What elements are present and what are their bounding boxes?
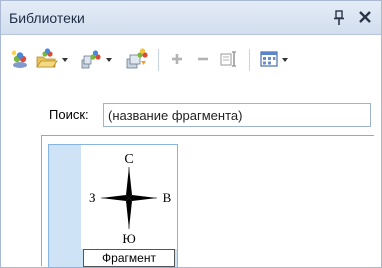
- insert-icon: [219, 49, 239, 72]
- open-library-button[interactable]: [35, 47, 68, 73]
- fragment-caption: Фрагмент: [83, 249, 175, 267]
- close-icon[interactable]: [357, 9, 373, 25]
- toolbar-separator: [158, 49, 159, 71]
- fragment-list: С З В Ю Фрагмент: [41, 135, 374, 268]
- library-groups-button[interactable]: [125, 47, 149, 73]
- panel-titlebar: Библиотеки: [1, 1, 381, 35]
- library-settings-button[interactable]: [79, 48, 112, 72]
- library-groups-icon: [125, 47, 149, 73]
- panel-title: Библиотеки: [9, 10, 85, 26]
- new-library-icon: [9, 48, 31, 73]
- search-input[interactable]: [103, 103, 371, 127]
- view-mode-button[interactable]: [259, 48, 288, 72]
- compass-north-label: С: [124, 152, 133, 167]
- add-fragment-button[interactable]: [169, 48, 185, 72]
- toolbar-separator: [249, 49, 250, 71]
- chevron-down-icon: [62, 58, 68, 62]
- compass-west-label: З: [89, 190, 96, 205]
- compass-star: [101, 167, 157, 229]
- library-toolbar: [1, 35, 381, 91]
- library-settings-icon: [79, 48, 103, 73]
- new-library-button[interactable]: [9, 48, 31, 72]
- search-label: Поиск:: [49, 107, 89, 122]
- compass-south-label: Ю: [122, 231, 135, 246]
- remove-fragment-button[interactable]: [195, 48, 211, 72]
- libraries-panel: Библиотеки Поиск: (название фрагмента) С…: [0, 0, 382, 268]
- open-library-icon: [35, 47, 59, 73]
- chevron-down-icon: [106, 58, 112, 62]
- search-row: Поиск:: [41, 103, 373, 127]
- plus-icon: [169, 51, 185, 70]
- insert-fragment-button[interactable]: [219, 48, 239, 72]
- fragment-tile[interactable]: С З В Ю Фрагмент: [48, 144, 178, 268]
- compass-east-label: В: [163, 190, 172, 205]
- compass-rose-icon: С З В Ю: [81, 145, 177, 249]
- pin-icon[interactable]: [332, 10, 346, 26]
- view-mode-icon: [259, 49, 279, 72]
- minus-icon: [195, 51, 211, 70]
- chevron-down-icon: [282, 58, 288, 62]
